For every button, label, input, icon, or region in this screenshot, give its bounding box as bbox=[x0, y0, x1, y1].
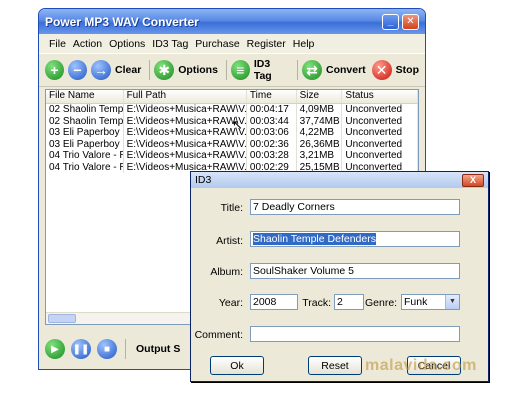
column-header-full-path[interactable]: Full Path bbox=[124, 90, 247, 103]
year-label: Year: bbox=[218, 297, 243, 309]
options-label: Options bbox=[178, 64, 218, 76]
genre-label: Genre: bbox=[365, 297, 398, 309]
id3-tag-button[interactable]: ≡ ID3 Tag bbox=[230, 58, 289, 82]
file-list-header: File Name Full Path Time Size Status bbox=[46, 90, 418, 104]
mouse-cursor-icon: ↖ bbox=[232, 117, 243, 132]
dialog-title-bar: ID3 X bbox=[191, 172, 488, 188]
stop-icon: ✕ bbox=[371, 60, 392, 80]
cell-status: Unconverted bbox=[342, 150, 418, 162]
menu-register[interactable]: Register bbox=[247, 38, 286, 50]
comment-label: Comment: bbox=[194, 329, 243, 341]
menu-help[interactable]: Help bbox=[293, 38, 315, 50]
column-header-time[interactable]: Time bbox=[247, 90, 297, 103]
toolbar-separator bbox=[297, 60, 298, 80]
cell-size: 4,09MB bbox=[297, 104, 343, 116]
cell-time: 00:03:28 bbox=[247, 150, 297, 162]
cell-file-name: 02 Shaolin Templ... bbox=[46, 115, 124, 127]
stop-button[interactable]: ✕ Stop bbox=[371, 60, 419, 80]
reset-button[interactable]: Reset bbox=[308, 356, 362, 375]
pause-icon[interactable]: ❚❚ bbox=[71, 339, 91, 359]
title-bar: Power MP3 WAV Converter _ ✕ bbox=[39, 9, 425, 34]
menu-id3-tag[interactable]: ID3 Tag bbox=[152, 38, 188, 50]
title-label: Title: bbox=[220, 202, 243, 214]
toolbar-separator bbox=[225, 60, 227, 80]
cell-time: 00:04:17 bbox=[247, 104, 297, 116]
menu-action[interactable]: Action bbox=[73, 38, 102, 50]
convert-label: Convert bbox=[325, 64, 366, 76]
column-header-file-name[interactable]: File Name bbox=[46, 90, 124, 103]
remove-icon[interactable]: − bbox=[68, 60, 88, 80]
play-icon[interactable]: ▶ bbox=[45, 339, 65, 359]
id3-tag-label: ID3 Tag bbox=[253, 58, 272, 82]
close-button[interactable]: ✕ bbox=[402, 13, 419, 30]
genre-value: Funk bbox=[404, 296, 428, 308]
toolbar: + − → Clear ✱ Options ≡ ID3 Tag ⇄ Conver… bbox=[39, 53, 425, 87]
cell-time: 00:03:06 bbox=[247, 127, 297, 139]
dialog-title: ID3 bbox=[195, 174, 212, 186]
id3-dialog: ID3 X Title: 7 Deadly Corners Artist: Sh… bbox=[190, 171, 489, 382]
cell-full-path: E:\Videos+Musica+RAW\V... bbox=[124, 115, 247, 127]
clear-button[interactable]: → Clear bbox=[91, 60, 141, 80]
artist-field[interactable]: Shaolin Temple Defenders bbox=[250, 231, 460, 247]
add-icon[interactable]: + bbox=[45, 60, 65, 80]
dialog-close-button[interactable]: X bbox=[462, 173, 484, 187]
cell-size: 4,22MB bbox=[297, 127, 343, 139]
track-label: Track: bbox=[302, 297, 331, 309]
cell-time: 00:02:36 bbox=[247, 138, 297, 150]
cell-file-name: 03 Eli Paperboy R... bbox=[46, 138, 124, 150]
cell-file-name: 04 Trio Valore - R... bbox=[46, 150, 124, 162]
cell-size: 3,21MB bbox=[297, 150, 343, 162]
cell-full-path: E:\Videos+Musica+RAW\V... bbox=[124, 127, 247, 139]
minimize-button[interactable]: _ bbox=[382, 13, 399, 30]
cell-file-name: 04 Trio Valore - R... bbox=[46, 161, 124, 173]
output-settings-label: Output S bbox=[136, 343, 181, 355]
ok-button[interactable]: Ok bbox=[210, 356, 264, 375]
cell-file-name: 03 Eli Paperboy R... bbox=[46, 127, 124, 139]
convert-button[interactable]: ⇄ Convert bbox=[301, 60, 366, 80]
genre-select[interactable]: Funk ▼ bbox=[401, 294, 460, 310]
scrollbar-thumb[interactable] bbox=[48, 314, 76, 323]
column-header-size[interactable]: Size bbox=[297, 90, 343, 103]
cell-status: Unconverted bbox=[342, 127, 418, 139]
cell-time: 00:03:44 bbox=[247, 115, 297, 127]
stop-label: Stop bbox=[395, 64, 419, 76]
cell-size: 37,74MB bbox=[297, 115, 343, 127]
arrow-right-icon: → bbox=[91, 60, 112, 80]
cell-status: Unconverted bbox=[342, 115, 418, 127]
cell-status: Unconverted bbox=[342, 104, 418, 116]
cell-file-name: 02 Shaolin Templ... bbox=[46, 104, 124, 116]
watermark: malavida.com bbox=[365, 357, 477, 374]
menu-options[interactable]: Options bbox=[109, 38, 145, 50]
gear-icon: ✱ bbox=[154, 60, 175, 80]
year-field[interactable]: 2008 bbox=[250, 294, 298, 310]
track-field[interactable]: 2 bbox=[334, 294, 364, 310]
column-header-status[interactable]: Status bbox=[342, 90, 418, 103]
clear-label: Clear bbox=[115, 64, 142, 76]
title-field[interactable]: 7 Deadly Corners bbox=[250, 199, 460, 215]
table-row[interactable]: 03 Eli Paperboy R... E:\Videos+Musica+RA… bbox=[46, 138, 418, 150]
menu-file[interactable]: File bbox=[49, 38, 66, 50]
cell-full-path: E:\Videos+Musica+RAW\V... bbox=[124, 138, 247, 150]
cell-full-path: E:\Videos+Musica+RAW\V... bbox=[124, 150, 247, 162]
cell-status: Unconverted bbox=[342, 138, 418, 150]
artist-value: Shaolin Temple Defenders bbox=[253, 233, 376, 245]
table-row[interactable]: 02 Shaolin Templ... E:\Videos+Musica+RAW… bbox=[46, 104, 418, 116]
window-title: Power MP3 WAV Converter bbox=[45, 14, 199, 29]
toolbar-separator bbox=[149, 60, 151, 80]
album-label: Album: bbox=[210, 266, 243, 278]
cell-full-path: E:\Videos+Musica+RAW\V... bbox=[124, 104, 247, 116]
bottom-separator bbox=[125, 339, 126, 359]
album-field[interactable]: SoulShaker Volume 5 bbox=[250, 263, 460, 279]
stop-playback-icon[interactable]: ■ bbox=[97, 339, 117, 359]
comment-field[interactable] bbox=[250, 326, 460, 342]
options-button[interactable]: ✱ Options bbox=[154, 60, 218, 80]
menu-bar: File Action Options ID3 Tag Purchase Reg… bbox=[39, 34, 425, 53]
chevron-down-icon[interactable]: ▼ bbox=[445, 295, 459, 309]
cell-size: 26,36MB bbox=[297, 138, 343, 150]
artist-label: Artist: bbox=[216, 235, 243, 247]
table-row[interactable]: 04 Trio Valore - R... E:\Videos+Musica+R… bbox=[46, 150, 418, 162]
menu-purchase[interactable]: Purchase bbox=[195, 38, 239, 50]
list-icon: ≡ bbox=[230, 60, 250, 80]
convert-icon: ⇄ bbox=[301, 60, 322, 80]
